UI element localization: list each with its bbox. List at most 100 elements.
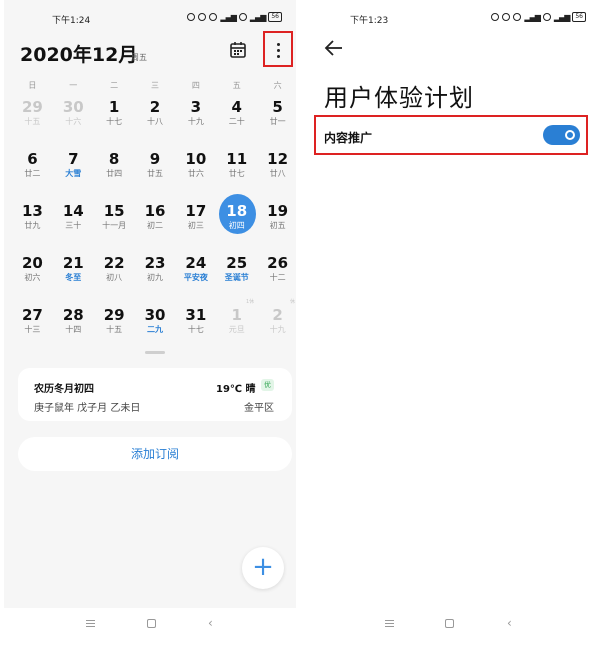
calendar-day[interactable]: 14 三十 — [53, 200, 94, 244]
lunar-day: 初五 — [269, 221, 286, 230]
signal-4g-icon: ▂▄▆ — [249, 12, 267, 22]
battery-icon: 56 — [268, 12, 282, 22]
add-subscription-button[interactable]: 添加订阅 — [18, 437, 292, 471]
day-number: 11 — [226, 150, 248, 168]
calendar-day[interactable]: 4 二十 — [216, 96, 257, 140]
calendar-week: 13 廿九 14 三十 15 十一月 16 初二 17 初三 18 初四 19 初五 — [12, 194, 298, 244]
day-number: 3 — [190, 98, 202, 116]
day-number: 13 — [21, 202, 43, 220]
settings-screen: 下午1:23 ▂▄▆ ▂▄▆ 56 用户体验计划 内容推广 — [302, 0, 600, 608]
calendar-day[interactable]: 11 廿七 — [216, 148, 257, 192]
alarm-icon — [513, 13, 522, 21]
signal-4g-icon: ▂▄▆ — [553, 12, 571, 22]
calendar-day[interactable]: 6 廿二 — [12, 148, 53, 192]
calendar-day[interactable]: 25 圣诞节 — [216, 252, 257, 296]
calendar-day[interactable]: 22 初八 — [94, 252, 135, 296]
vibrate-icon — [198, 13, 207, 21]
weekday-header: 日 一 二 三 四 五 六 — [12, 80, 298, 91]
home-icon[interactable] — [445, 619, 454, 628]
content-promotion-toggle[interactable] — [543, 125, 580, 145]
calendar-day[interactable]: 9 廿五 — [135, 148, 176, 192]
lunar-day: 初二 — [147, 221, 163, 230]
settings-phone: 下午1:23 ▂▄▆ ▂▄▆ 56 用户体验计划 内容推广 ‹ — [302, 0, 600, 646]
menu-icon[interactable] — [86, 620, 96, 629]
calendar-day[interactable]: 17 初三 — [175, 200, 216, 244]
day-number: 2 — [272, 306, 283, 324]
day-number: 8 — [108, 150, 120, 168]
calendar-week: 27 十三 28 十四 29 十五 30 二九 31 十七 1休 1 元旦 休 2 十九 — [12, 299, 298, 348]
day-number: 10 — [185, 150, 207, 168]
plus-icon: + — [252, 552, 274, 582]
header-weekday: 周五 — [131, 53, 147, 62]
vibrate-icon — [502, 13, 511, 21]
lunar-day: 圣诞节 — [224, 273, 249, 282]
day-number: 18 — [226, 202, 248, 220]
calendar-day[interactable]: 20 初六 — [12, 252, 53, 296]
lunar-day: 十九 — [269, 325, 286, 334]
calendar-day-today[interactable]: 18 初四 — [216, 194, 257, 244]
calendar-day[interactable]: 30 十六 — [53, 96, 94, 140]
menu-icon[interactable] — [385, 620, 395, 629]
add-event-button[interactable]: + — [242, 547, 284, 589]
day-number: 17 — [185, 202, 207, 220]
calendar-day[interactable]: 15 十一月 — [94, 200, 135, 244]
back-icon[interactable]: ‹ — [208, 617, 213, 629]
day-info-card[interactable]: 农历冬月初四 19℃ 晴 优 庚子鼠年 戊子月 乙未日 金平区 — [18, 368, 292, 421]
calendar-day[interactable]: 24 平安夜 — [175, 252, 216, 296]
home-icon[interactable] — [147, 619, 156, 628]
calendar-icon[interactable] — [228, 40, 248, 60]
day-number: 30 — [62, 98, 84, 116]
weekday-label: 二 — [110, 81, 119, 90]
day-number: 19 — [267, 202, 289, 220]
lunar-day: 十二 — [269, 273, 286, 282]
calendar-day[interactable]: 29 十五 — [94, 304, 135, 348]
calendar-day[interactable]: 1休 1 元旦 — [216, 299, 257, 348]
alarm-icon — [209, 13, 218, 21]
back-arrow-icon[interactable] — [324, 40, 344, 56]
calendar-day[interactable]: 5 廿一 — [257, 96, 298, 140]
day-number: 23 — [144, 254, 166, 272]
calendar-day[interactable]: 10 廿六 — [175, 148, 216, 192]
calendar-day[interactable]: 3 十九 — [175, 96, 216, 140]
calendar-day[interactable]: 1 十七 — [94, 96, 135, 140]
calendar-day[interactable]: 13 廿九 — [12, 200, 53, 244]
calendar-day[interactable]: 29 十五 — [12, 96, 53, 140]
back-icon[interactable]: ‹ — [507, 617, 512, 629]
lunar-day: 十五 — [106, 325, 123, 334]
lunar-day: 廿一 — [269, 117, 286, 126]
calendar-day[interactable]: 19 初五 — [257, 200, 298, 244]
signal-icon: ▂▄▆ — [524, 12, 541, 22]
lunar-day: 十三 — [24, 325, 41, 334]
calendar-week: 6 廿二 7 大雪 8 廿四 9 廿五 10 廿六 11 廿七 12 廿八 — [12, 148, 298, 192]
calendar-day[interactable]: 16 初二 — [135, 200, 176, 244]
content-promotion-setting[interactable]: 内容推广 — [314, 115, 588, 155]
calendar-week: 20 初六 21 冬至 22 初八 23 初九 24 平安夜 25 圣诞节 26 十二 — [12, 252, 298, 296]
weather-text: 19℃ 晴 — [216, 384, 256, 395]
calendar-day[interactable]: 21 冬至 — [53, 252, 94, 296]
lunar-day: 大雪 — [65, 169, 82, 178]
calendar-day[interactable]: 2 十八 — [135, 96, 176, 140]
day-number: 12 — [267, 150, 289, 168]
lunar-day: 初四 — [228, 221, 245, 230]
calendar-day[interactable]: 26 十二 — [257, 252, 298, 296]
lunar-day: 元旦 — [228, 325, 245, 334]
calendar-day[interactable]: 8 廿四 — [94, 148, 135, 192]
day-number: 26 — [267, 254, 289, 272]
calendar-day[interactable]: 12 廿八 — [257, 148, 298, 192]
drag-handle[interactable] — [145, 351, 165, 354]
nav-bar: ‹ — [0, 614, 300, 636]
month-title[interactable]: 2020年12月 — [20, 40, 137, 67]
calendar-phone: 下午1:24 ▂▄▆ ▂▄▆ 56 2020年12月 周五 日 一 二 三 四 … — [0, 0, 300, 646]
calendar-day[interactable]: 23 初九 — [135, 252, 176, 296]
more-menu-button[interactable] — [263, 31, 293, 67]
calendar-day[interactable]: 31 十七 — [175, 304, 216, 348]
day-number: 14 — [62, 202, 84, 220]
lunar-day: 初九 — [147, 273, 163, 282]
calendar-day[interactable]: 28 十四 — [53, 304, 94, 348]
calendar-day[interactable]: 30 二九 — [135, 304, 176, 348]
calendar-day[interactable]: 27 十三 — [12, 304, 53, 348]
calendar-day[interactable]: 休 2 十九 — [257, 299, 298, 348]
lunar-day: 廿九 — [24, 221, 41, 230]
calendar-day[interactable]: 7 大雪 — [53, 148, 94, 192]
holiday-badge: 休 — [290, 299, 296, 305]
